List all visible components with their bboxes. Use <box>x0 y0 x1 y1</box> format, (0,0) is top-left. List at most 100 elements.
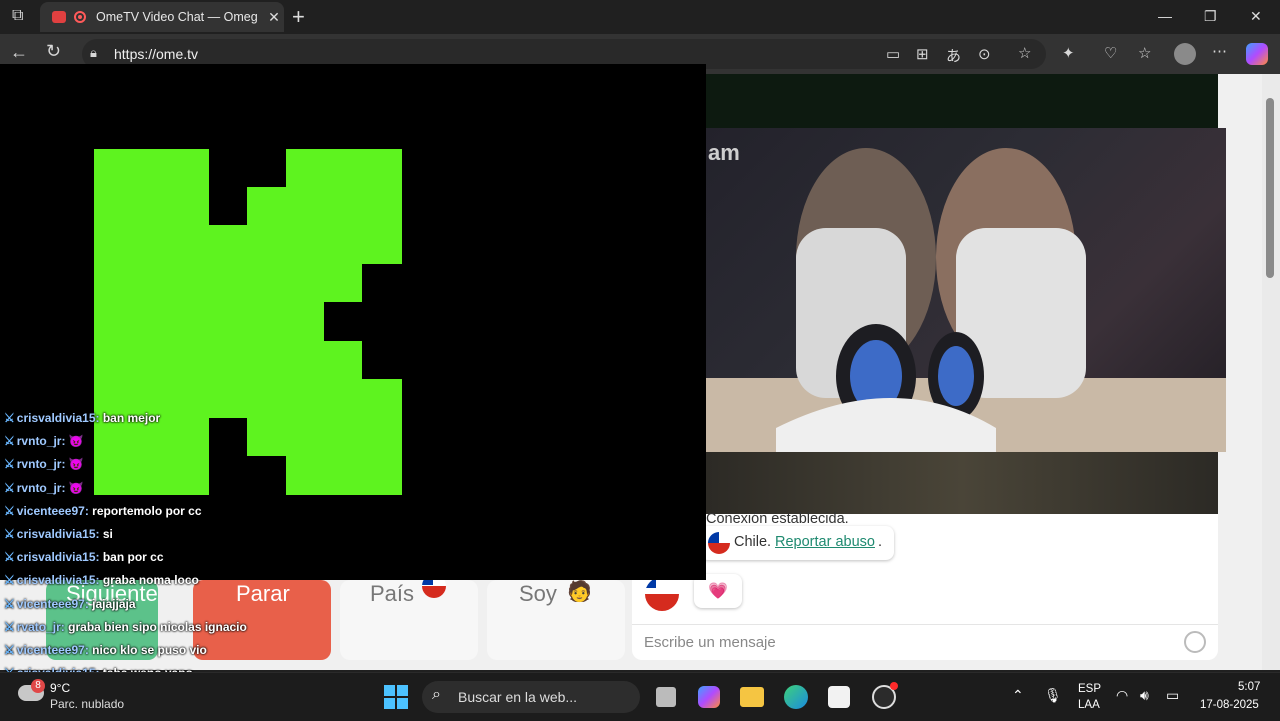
restore-icon[interactable]: ❐ <box>1204 8 1217 25</box>
favorites-icon[interactable]: ☆ <box>1138 44 1151 62</box>
close-window-icon[interactable]: ✕ <box>1250 8 1262 25</box>
minimize-icon[interactable]: — <box>1158 8 1172 24</box>
sword-badge-icon: ⚔ <box>4 457 15 472</box>
stream-chat-line: ⚔ vicenteee97: nico klo se puso vio <box>4 643 207 657</box>
more-tools-icon[interactable]: ⊙ <box>978 45 991 63</box>
stream-chat-message: ban por cc <box>102 550 164 565</box>
edge-icon[interactable] <box>784 685 808 709</box>
stream-chat-line: ⚔ crisvaldivia15: graba noma loco <box>4 573 199 587</box>
stream-chat-user[interactable]: vicenteee97: <box>17 504 89 518</box>
stranger-flag-icon <box>645 577 679 611</box>
profile-avatar[interactable] <box>1174 43 1196 65</box>
menu-icon[interactable]: ⋯ <box>1212 42 1227 60</box>
stream-chat-line: ⚔ rvato_jr: graba bien sipo nicolas ignac… <box>4 620 247 634</box>
back-icon[interactable]: ← <box>10 42 28 63</box>
lang-top[interactable]: ESP <box>1078 683 1101 695</box>
stream-chat-user[interactable]: crisvaldivia15: <box>17 573 100 587</box>
weather-widget[interactable]: 8 9°C Parc. nublado <box>18 679 158 715</box>
stream-chat-message: 😈 <box>68 480 84 495</box>
translate-icon[interactable]: あ <box>946 45 961 66</box>
camera-icon[interactable]: ▭ <box>886 45 900 63</box>
sword-badge-icon: ⚔ <box>4 411 15 425</box>
tab-favicon-icon <box>52 11 66 23</box>
apps-icon[interactable]: ⊞ <box>916 45 929 63</box>
country-name: Chile. <box>734 534 772 550</box>
stream-chat-user[interactable]: rvato_jr: <box>17 620 65 634</box>
battery-icon[interactable]: ▭ <box>1166 687 1179 704</box>
stream-chat-line: ⚔ rvnto_jr: 😈 <box>4 434 84 448</box>
store-icon[interactable] <box>828 686 850 708</box>
taskbar: 8 9°C Parc. nublado ⌕ Buscar en la web..… <box>0 672 1280 721</box>
stream-chat-message: jajajjaja <box>92 596 136 611</box>
task-view-icon[interactable] <box>656 687 676 707</box>
stream-chat-line: ⚔ rvnto_jr: 😈 <box>4 481 84 495</box>
remote-video-scene <box>706 148 1226 452</box>
stream-chat-user[interactable]: rvnto_jr: <box>17 457 66 471</box>
weather-desc: Parc. nublado <box>50 697 125 711</box>
weather-temp: 9°C <box>50 681 71 695</box>
chile-flag-icon <box>708 532 730 554</box>
clock-time[interactable]: 5:07 <box>1238 681 1260 693</box>
favorite-star-icon[interactable]: ☆ <box>1018 44 1031 62</box>
country-button[interactable]: País <box>340 574 478 660</box>
connection-message: Conexión establecida. <box>706 511 849 527</box>
emoji-icon[interactable] <box>1184 631 1206 653</box>
tab-title: OmeTV Video Chat — Omeg <box>96 10 258 24</box>
wifi-icon[interactable]: ◠ <box>1116 687 1128 704</box>
search-label: Buscar en la web... <box>458 689 578 705</box>
recording-icon <box>74 11 86 23</box>
page-scrollbar[interactable] <box>1262 74 1280 670</box>
taskbar-search[interactable]: ⌕ Buscar en la web... <box>422 681 640 713</box>
stream-chat-line: ⚔ vicenteee97: jajajjaja <box>4 597 136 611</box>
remote-video: am <box>706 128 1226 452</box>
tab-close-icon[interactable]: ✕ <box>264 9 284 26</box>
copilot-app-icon[interactable] <box>698 686 720 708</box>
remote-video-top <box>706 74 1218 128</box>
message-placeholder: Escribe un mensaje <box>644 634 776 651</box>
stream-chat-user[interactable]: vicenteee97: <box>17 597 89 611</box>
stream-chat-message: 😈 <box>68 434 84 449</box>
start-icon[interactable] <box>384 685 408 709</box>
gender-button[interactable]: Soy 🧑 <box>487 580 625 660</box>
volume-icon[interactable]: 🔊︎ <box>1140 687 1149 704</box>
message-input[interactable]: Escribe un mensaje <box>632 624 1218 661</box>
lock-icon[interactable]: 🔒︎ <box>90 45 97 61</box>
stream-chat-user[interactable]: rvnto_jr: <box>17 434 66 448</box>
stream-chat-message: si <box>102 527 113 541</box>
refresh-icon[interactable]: ↻ <box>46 41 61 62</box>
stream-chat-user[interactable]: crisvaldivia15: <box>17 550 100 564</box>
sword-badge-icon: ⚔ <box>4 619 15 634</box>
stream-chat-user[interactable]: rvnto_jr: <box>17 481 66 495</box>
extensions-icon[interactable]: ✦ <box>1062 44 1075 62</box>
scrollbar-thumb[interactable] <box>1266 98 1274 278</box>
lang-bottom[interactable]: LAA <box>1078 699 1100 711</box>
stream-chat-message: graba bien sipo nicolas ignacio <box>68 619 247 634</box>
tab-actions-icon[interactable]: ⧉ <box>12 7 23 25</box>
sword-badge-icon: ⚔ <box>4 480 15 495</box>
microphone-icon[interactable]: 🎙︎ <box>1044 687 1062 704</box>
stream-chat-user[interactable]: crisvaldivia15: <box>17 411 100 425</box>
remote-video-bottom <box>706 452 1218 514</box>
stream-chat-user[interactable]: vicenteee97: <box>17 643 89 657</box>
sword-badge-icon: ⚔ <box>4 503 15 518</box>
sword-badge-icon: ⚔ <box>4 434 15 449</box>
sword-badge-icon: ⚔ <box>4 643 15 657</box>
new-tab-icon[interactable]: + <box>292 4 305 30</box>
kick-logo-icon <box>94 149 402 495</box>
stream-chat-line: ⚔ rvnto_jr: 😈 <box>4 457 84 471</box>
copilot-icon[interactable] <box>1246 43 1268 65</box>
gender-button-label: Soy <box>519 581 557 606</box>
stream-chat-line: ⚔ crisvaldivia15: si <box>4 527 113 541</box>
clock-date[interactable]: 17-08-2025 <box>1200 699 1259 711</box>
active-tab[interactable]: OmeTV Video Chat — Omeg ✕ <box>40 2 284 32</box>
gender-emoji-icon: 🧑 <box>567 581 592 603</box>
url-text: https://ome.tv <box>114 46 199 62</box>
obs-recording-dot <box>890 682 898 690</box>
stream-chat-user[interactable]: crisvaldivia15: <box>17 527 100 541</box>
browser-essentials-icon[interactable]: ♡ <box>1104 44 1117 62</box>
tray-chevron-icon[interactable]: ⌃ <box>1012 687 1024 704</box>
stream-chat-line: ⚔ crisvaldivia15: ban mejor <box>4 411 160 425</box>
report-abuse-link[interactable]: Reportar abuso <box>775 534 875 550</box>
stop-button-label: Parar <box>236 581 290 606</box>
file-explorer-icon[interactable] <box>740 687 764 707</box>
